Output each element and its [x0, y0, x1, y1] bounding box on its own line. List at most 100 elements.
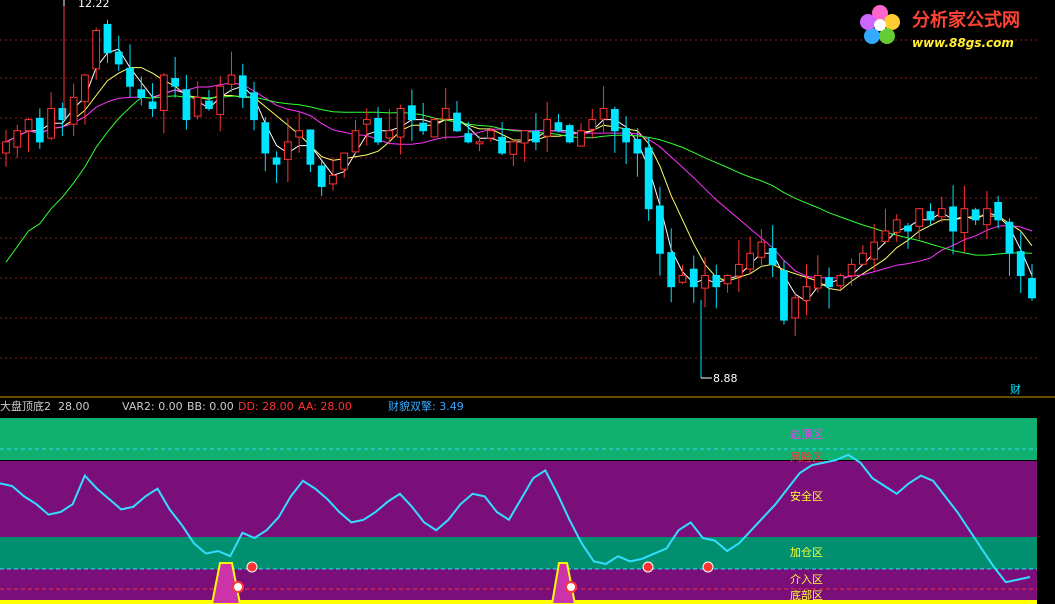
price-high-label: 12.22	[78, 0, 110, 10]
candle	[543, 102, 552, 152]
candle	[994, 195, 1003, 229]
candle	[498, 122, 506, 156]
candle	[351, 119, 360, 155]
candle	[656, 186, 664, 276]
candle	[92, 27, 101, 80]
signal-dot	[232, 581, 244, 593]
candle	[622, 116, 630, 165]
candle	[306, 129, 315, 173]
candle	[430, 117, 439, 138]
candle	[904, 222, 912, 249]
candle	[712, 264, 721, 309]
zone-label-enter: 介入区	[790, 573, 823, 586]
candle	[182, 74, 191, 130]
candle	[340, 152, 349, 179]
signal-dot	[246, 561, 258, 573]
indicator-dd: DD: 28.00	[238, 400, 294, 413]
candle	[227, 51, 236, 93]
candle	[1016, 232, 1025, 293]
indicator-name-value: 28.00	[58, 400, 90, 413]
candle	[926, 203, 935, 226]
signal-dot	[565, 581, 577, 593]
candle	[701, 257, 709, 308]
candle	[610, 106, 619, 153]
candle	[58, 102, 67, 137]
candle	[858, 245, 867, 265]
candle	[813, 255, 822, 293]
candle	[261, 116, 270, 172]
zone-label-safe: 安全区	[790, 489, 823, 503]
zone-label-risk: 风险区	[790, 450, 823, 464]
candle	[329, 157, 337, 191]
candle	[532, 113, 540, 151]
candle	[205, 89, 213, 111]
candle	[69, 83, 78, 137]
candle	[937, 196, 946, 223]
candle	[768, 225, 777, 278]
brand-logo: 分析家公式网 www.88gs.com	[860, 5, 1020, 50]
candle	[24, 117, 33, 153]
candle	[723, 274, 732, 293]
candle	[159, 73, 168, 134]
indicator-extra: 财貌双擎: 3.49	[388, 399, 464, 413]
zone-label-escape-top: 逃顶区	[790, 428, 823, 441]
candle	[588, 108, 597, 139]
candlestick-series	[2, 6, 1036, 378]
candle	[825, 267, 833, 309]
candle	[847, 258, 856, 286]
indicator-bb: BB: 0.00	[187, 400, 234, 413]
candle	[408, 89, 416, 141]
ma-long-line	[5, 82, 1033, 279]
candle	[35, 108, 44, 149]
candle	[689, 255, 698, 303]
candle	[148, 83, 157, 118]
logo-name: 分析家公式网	[912, 9, 1020, 31]
candle	[971, 207, 980, 226]
candle	[441, 88, 450, 140]
candle	[644, 137, 653, 221]
candle	[577, 123, 585, 147]
candle	[780, 261, 788, 325]
signal-dot	[702, 561, 714, 573]
candle	[47, 92, 55, 140]
price-grid	[0, 39, 1040, 359]
candle	[802, 264, 811, 316]
candle	[757, 229, 766, 265]
ma-mid-line	[5, 67, 1033, 291]
candle	[317, 160, 326, 197]
price-low-annotation: 8.88	[701, 372, 738, 385]
candle	[1005, 218, 1014, 276]
candle	[960, 185, 969, 253]
candle	[13, 124, 22, 158]
candle	[734, 240, 743, 293]
candle	[565, 123, 574, 144]
candle	[2, 129, 10, 167]
candle	[114, 35, 123, 71]
candle	[238, 63, 247, 109]
candle	[554, 113, 563, 133]
corner-label: 财	[1010, 382, 1021, 396]
candle	[881, 208, 890, 244]
candle	[870, 223, 879, 271]
candle	[250, 81, 258, 131]
indicator-name: 大盘顶底2	[0, 399, 51, 413]
candle	[272, 151, 281, 183]
candle	[509, 139, 518, 167]
candle	[915, 207, 924, 240]
logo-url: www.88gs.com	[912, 36, 1014, 50]
candle	[126, 44, 134, 98]
candle	[520, 130, 529, 162]
zone-label-add: 加仓区	[790, 545, 823, 559]
stock-chart-canvas: 12.22 8.88 财 分析家公式网 www.88gs.com 大盘顶底2 2…	[0, 0, 1055, 604]
candle	[746, 236, 755, 274]
candle	[137, 76, 146, 106]
signal-dot	[642, 561, 654, 573]
candle	[81, 73, 89, 125]
price-low-label: 8.88	[713, 372, 738, 385]
candle	[396, 104, 405, 155]
candle	[892, 214, 901, 242]
candle	[171, 56, 180, 98]
candle	[453, 101, 461, 133]
moving-average-lines	[5, 48, 1033, 303]
indicator-aa: AA: 28.00	[298, 400, 352, 413]
